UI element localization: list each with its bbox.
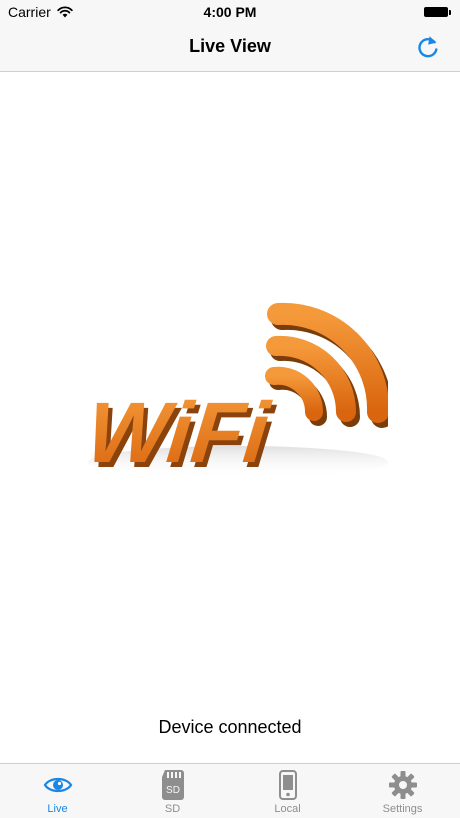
- connection-status: Device connected: [158, 717, 302, 737]
- live-view-content: WiFi WiFi Device connected: [0, 72, 460, 762]
- tab-label-live: Live: [47, 803, 68, 815]
- page-title: Live View: [189, 36, 271, 56]
- tab-local[interactable]: Local: [230, 764, 345, 818]
- app-screen: Carrier 4:00 PM Live View WiFi WiFi Devi…: [0, 0, 460, 818]
- phone-icon: [272, 769, 304, 801]
- refresh-button[interactable]: [414, 33, 442, 61]
- tab-label-local: Local: [274, 803, 301, 815]
- navigation-bar: Live View: [0, 24, 460, 72]
- eye-icon: [42, 769, 74, 801]
- sd-card-icon: SD: [157, 769, 189, 801]
- gear-icon: [387, 769, 419, 801]
- refresh-icon: [418, 36, 438, 58]
- tab-bar: Live SD SD Local Settings: [0, 763, 460, 818]
- tab-label-sd: SD: [164, 803, 181, 815]
- tab-live[interactable]: Live: [0, 764, 115, 818]
- svg-text:SD: SD: [166, 785, 180, 796]
- tab-settings[interactable]: Settings: [345, 764, 460, 818]
- status-time: 4:00 PM: [203, 4, 257, 20]
- wifi-text: WiFi: [82, 385, 275, 481]
- wifi-logo-image: WiFi WiFi: [82, 302, 388, 486]
- battery-icon: [424, 6, 452, 18]
- status-bar: Carrier 4:00 PM: [0, 0, 460, 24]
- tab-label-settings: Settings: [382, 803, 423, 815]
- tab-sd[interactable]: SD SD: [115, 764, 230, 818]
